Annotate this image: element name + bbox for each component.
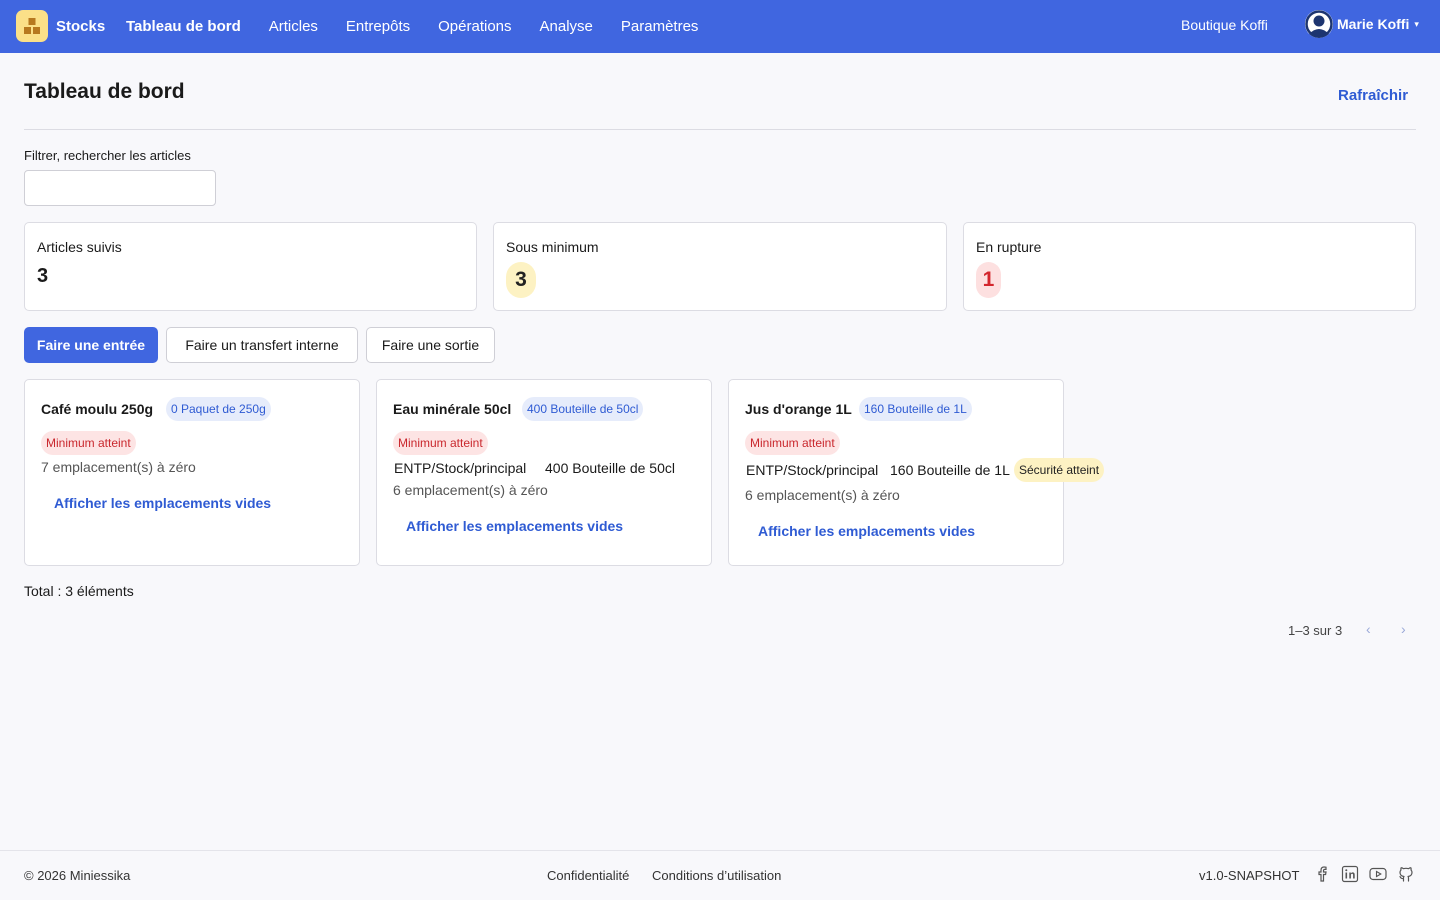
quantity-badge: 160 Bouteille de 1L [859,397,972,421]
quantity-badge: 0 Paquet de 250g [166,397,271,421]
item-title: Eau minérale 50cl [393,401,512,417]
facebook-icon[interactable] [1313,865,1331,883]
item-title: Café moulu 250g [41,401,154,417]
nav-item-articles[interactable]: Articles [269,18,318,35]
status-badge: Minimum atteint [745,431,840,455]
stat-label: Articles suivis [37,239,122,255]
location-quantity: 160 Bouteille de 1L [890,462,1010,478]
empty-locations-count: 6 emplacement(s) à zéro [745,487,900,503]
stat-card-out-of-stock: En rupture 1 [963,222,1416,311]
show-empty-locations-link[interactable]: Afficher les emplacements vides [758,523,975,539]
top-navbar: Stocks Tableau de bord Articles Entrepôt… [0,0,1440,53]
show-empty-locations-link[interactable]: Afficher les emplacements vides [406,518,623,534]
nav-item-operations[interactable]: Opérations [438,18,511,35]
make-entry-button[interactable]: Faire une entrée [24,327,158,363]
nav-item-dashboard[interactable]: Tableau de bord [126,18,241,35]
stat-card-tracked: Articles suivis 3 [24,222,477,311]
terms-link[interactable]: Conditions d’utilisation [652,868,781,883]
main-nav: Tableau de bord Articles Entrepôts Opéra… [126,18,726,35]
refresh-button[interactable]: Rafraîchir [1338,87,1408,104]
linkedin-icon[interactable] [1341,865,1359,883]
total-count: Total : 3 éléments [24,583,134,599]
app-version: v1.0-SNAPSHOT [1199,868,1300,883]
user-avatar-icon [1305,10,1333,38]
quantity-badge: 400 Bouteille de 50cl [522,397,644,421]
header-divider [24,129,1416,130]
user-menu[interactable]: Marie Koffi ▾ [1305,10,1419,38]
item-card: Jus d'orange 1L 160 Bouteille de 1L Mini… [728,379,1105,566]
status-badge: Minimum atteint [41,431,136,455]
shop-selector[interactable]: Boutique Koffi [1181,17,1268,33]
empty-locations-count: 7 emplacement(s) à zéro [41,459,196,475]
github-icon[interactable] [1397,865,1415,883]
stat-value-badge: 3 [506,262,536,298]
empty-locations-count: 6 emplacement(s) à zéro [393,482,548,498]
pagination-range: 1–3 sur 3 [1288,623,1343,638]
stat-value: 3 [37,265,49,287]
nav-item-warehouses[interactable]: Entrepôts [346,18,410,35]
item-card: Eau minérale 50cl 400 Bouteille de 50cl … [376,379,712,566]
youtube-icon[interactable] [1369,865,1387,883]
stat-card-below-minimum: Sous minimum 3 [493,222,947,311]
privacy-link[interactable]: Confidentialité [547,868,629,883]
location-path: ENTP/Stock/principal [394,460,527,476]
status-badge: Minimum atteint [393,431,488,455]
safety-badge: Sécurité atteint [1014,458,1105,482]
show-empty-locations-link[interactable]: Afficher les emplacements vides [54,495,271,511]
nav-item-analysis[interactable]: Analyse [540,18,593,35]
stat-label: Sous minimum [506,239,599,255]
app-logo-icon[interactable] [16,10,48,42]
nav-item-settings[interactable]: Paramètres [621,18,699,35]
location-quantity: 400 Bouteille de 50cl [545,460,675,476]
internal-transfer-button[interactable]: Faire un transfert interne [166,327,358,363]
filter-label: Filtrer, rechercher les articles [24,148,191,163]
item-title: Jus d'orange 1L [745,401,852,417]
make-exit-button[interactable]: Faire une sortie [366,327,495,363]
stat-label: En rupture [976,239,1042,255]
filter-search-input[interactable] [24,170,216,206]
footer: © 2026 Miniessika Confidentialité Condit… [0,850,1440,900]
location-path: ENTP/Stock/principal [746,462,879,478]
stat-value-badge: 1 [976,262,1001,298]
prev-page-icon[interactable]: ‹ [1366,621,1371,637]
copyright: © 2026 Miniessika [24,868,131,883]
user-name: Marie Koffi [1337,16,1410,32]
item-card: Café moulu 250g 0 Paquet de 250g Minimum… [24,379,360,566]
page-title: Tableau de bord [24,80,185,103]
next-page-icon[interactable]: › [1401,621,1406,637]
chevron-down-icon: ▾ [1414,18,1419,29]
app-brand[interactable]: Stocks [56,18,105,35]
